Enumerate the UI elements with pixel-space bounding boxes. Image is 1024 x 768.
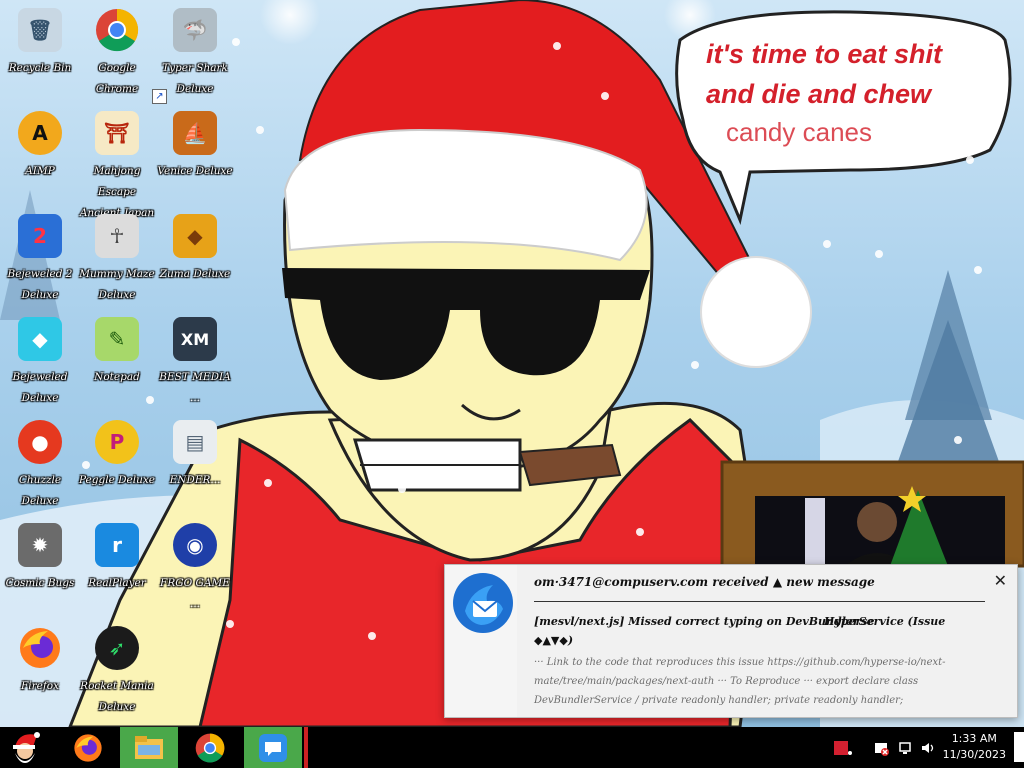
close-icon[interactable]: ✕ — [994, 571, 1007, 590]
chuzzle-icon: ● — [18, 420, 62, 464]
desktop-icon-peggle[interactable]: P Peggle Deluxe — [78, 420, 156, 491]
speaker-icon — [922, 742, 934, 753]
notification-divider — [534, 601, 985, 602]
icon-label: Google Chrome — [95, 62, 139, 95]
desktop-icon-frgo[interactable]: ◉ FRGO GAME ... — [156, 523, 234, 615]
desktop-icon-bejeweled[interactable]: ◆ Bejeweled Deluxe — [1, 317, 79, 409]
speech-line-2: and die and chew — [706, 79, 932, 109]
dot-icon — [848, 750, 852, 755]
thunderbird-icon — [451, 571, 515, 635]
desktop-icon-xmplay[interactable]: XM BEST MEDIA ... — [156, 317, 234, 409]
frgo-icon: ◉ — [173, 523, 217, 567]
zuma-icon: ◆ — [173, 214, 217, 258]
torii-gate-icon: ⛩ — [95, 111, 139, 155]
speech-line-3: candy canes — [726, 117, 872, 147]
peggle-icon: P — [95, 420, 139, 464]
desktop-icon-notepad[interactable]: ✎ Notepad — [78, 317, 156, 388]
tray-volume[interactable] — [918, 727, 938, 768]
icon-label: RealPlayer — [88, 577, 146, 589]
chat-bubble-icon — [259, 733, 287, 762]
security-alert-icon — [875, 742, 889, 756]
desktop-icon-firefox[interactable]: Firefox — [1, 626, 79, 697]
icon-label: Chuzzle Deluxe — [18, 474, 62, 507]
santa-start-icon — [13, 731, 40, 763]
chrome-icon — [95, 8, 139, 52]
desktop-icon-rocket-mania[interactable]: ➶ Rocket Mania Deluxe — [78, 626, 156, 718]
mummy-icon: ☥ — [95, 214, 139, 258]
taskbar-clock[interactable]: 1:33 AM 11/30/2023 — [943, 731, 1006, 763]
clock-time: 1:33 AM — [951, 732, 997, 745]
notification-subject: [mesvl/next.js] Missed correct typing on… — [534, 612, 974, 650]
desktop-icon-mahjong[interactable]: ⛩ Mahjong Escape Ancient Japan — [78, 111, 156, 224]
desktop-icon-realplayer[interactable]: r RealPlayer — [78, 523, 156, 594]
taskbar-divider — [304, 727, 308, 768]
notification-subject-right: Hyperse — [824, 615, 875, 628]
desktop-icon-typer-shark[interactable]: 🦈 ↗ Typer Shark Deluxe — [152, 8, 234, 104]
icon-label: Peggle Deluxe — [78, 474, 156, 486]
desktop-icon-cosmic-bugs[interactable]: ✹ Cosmic Bugs — [1, 523, 79, 594]
icon-label: Firefox — [20, 680, 59, 692]
diamond-icon: ◆ — [18, 317, 62, 361]
gear-bug-icon: ✹ — [18, 523, 62, 567]
taskbar-file-explorer[interactable] — [120, 727, 178, 768]
speech-bubble: it's time to eat shit and die and chew c… — [706, 34, 996, 150]
icon-label: Cosmic Bugs — [5, 577, 75, 589]
notification-subject-text: [mesvl/next.js] Missed correct typing on… — [534, 615, 946, 647]
icon-label: Venice Deluxe — [157, 165, 233, 177]
speech-line-1: it's time to eat shit — [706, 39, 942, 69]
icon-label: AIMP — [25, 165, 55, 177]
aimp-icon: A — [18, 111, 62, 155]
notepad-icon: ✎ — [95, 317, 139, 361]
desktop-icon-recycle-bin[interactable]: 🗑 Recycle Bin — [1, 8, 79, 79]
icon-label: Rocket Mania Deluxe — [80, 680, 154, 713]
start-button[interactable] — [0, 727, 52, 768]
icon-label: BEST MEDIA ... — [159, 371, 231, 404]
clock-date: 11/30/2023 — [942, 748, 1006, 761]
desktop-icon-venice[interactable]: ⛵ Venice Deluxe — [156, 111, 234, 182]
taskbar-speech-app[interactable] — [244, 727, 302, 768]
document-icon: ▤ — [173, 420, 217, 464]
desktop-icon-mummy-maze[interactable]: ☥ Mummy Maze Deluxe — [78, 214, 156, 306]
icon-label: Zuma Deluxe — [159, 268, 231, 280]
notification-sender: om·3471@compuserv.com received ▲ new mes… — [534, 575, 875, 589]
network-icon — [899, 741, 911, 754]
tray-network[interactable] — [896, 727, 916, 768]
icon-label: FRGO GAME ... — [160, 577, 230, 610]
shortcut-arrow-icon: ↗ — [152, 89, 167, 104]
notification-preview: ··· Link to the code that reproduces thi… — [534, 657, 946, 706]
desktop-icon-chuzzle[interactable]: ● Chuzzle Deluxe — [1, 420, 79, 512]
icon-label: Recycle Bin — [8, 62, 72, 74]
recycle-bin-icon: 🗑 — [18, 8, 62, 52]
show-desktop-button[interactable] — [1014, 732, 1024, 762]
icon-label: ENDER... — [169, 474, 221, 486]
xmplay-icon: XM — [173, 317, 217, 361]
new-mail-notification[interactable]: om·3471@compuserv.com received ▲ new mes… — [444, 564, 1018, 718]
taskbar: 1:33 AM 11/30/2023 — [0, 727, 1024, 768]
folder-icon — [135, 735, 163, 759]
icon-label: Bejeweled 2 Deluxe — [7, 268, 73, 301]
shark-icon: 🦈 — [173, 8, 217, 52]
icon-label: Notepad — [94, 371, 140, 383]
chrome-icon — [195, 733, 225, 762]
desktop-icon-google-chrome[interactable]: Google Chrome — [78, 8, 156, 100]
icon-label: Bejeweled Deluxe — [12, 371, 68, 404]
icon-label: Mummy Maze Deluxe — [79, 268, 155, 301]
desktop: it's time to eat shit and die and chew c… — [0, 0, 1024, 727]
firefox-icon — [74, 733, 102, 762]
realplayer-icon: r — [95, 523, 139, 567]
tray-security[interactable] — [872, 727, 892, 768]
bejeweled2-icon: 2 — [18, 214, 62, 258]
desktop-icon-aimp[interactable]: A AIMP — [1, 111, 79, 182]
taskbar-firefox[interactable] — [62, 727, 114, 768]
desktop-icon-bejeweled2[interactable]: 2 Bejeweled 2 Deluxe — [1, 214, 79, 306]
icon-label: Typer Shark Deluxe — [162, 62, 228, 95]
tray-dot — [846, 727, 854, 768]
rocket-icon: ➶ — [95, 626, 139, 670]
firefox-icon — [18, 626, 62, 670]
desktop-icon-ender[interactable]: ▤ ENDER... — [156, 420, 234, 491]
boat-icon: ⛵ — [173, 111, 217, 155]
taskbar-google-chrome[interactable] — [184, 727, 236, 768]
desktop-icon-zuma[interactable]: ◆ Zuma Deluxe — [156, 214, 234, 285]
